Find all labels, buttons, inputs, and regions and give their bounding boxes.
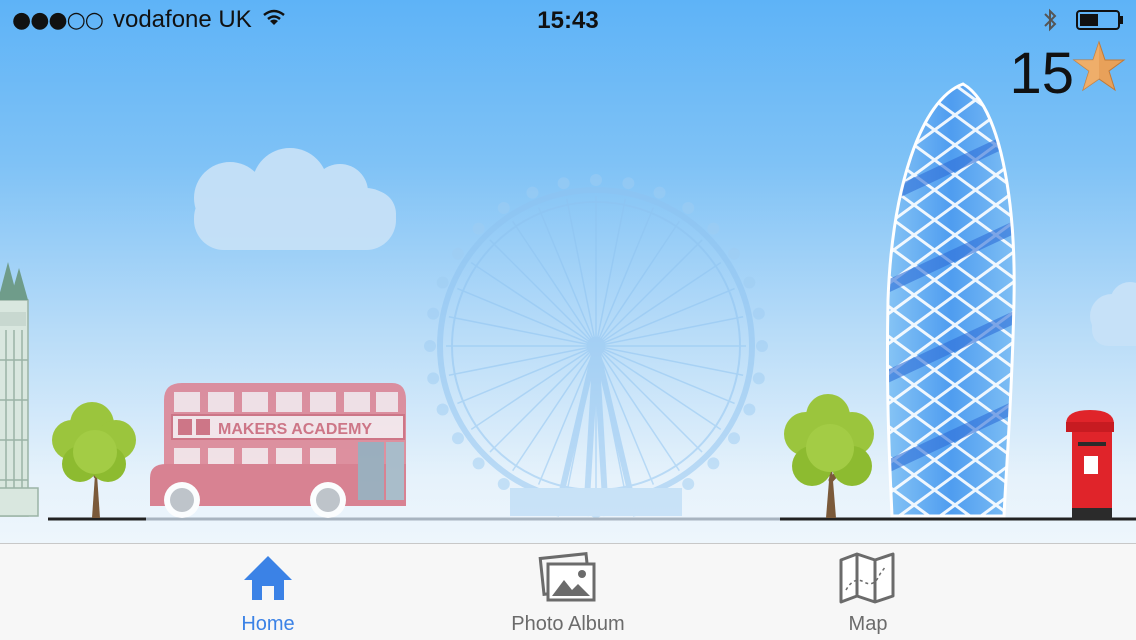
photo-album-icon [538,552,598,609]
london-skyline-scene: MAKERS ACADEMY [0,0,1136,544]
status-right [1042,8,1124,37]
home-icon [242,552,294,609]
gherkin-building [885,82,1016,518]
tab-photo-album[interactable]: Photo Album [468,544,668,640]
tree-right [784,394,874,518]
map-icon [838,552,898,609]
tab-bar: Home Photo Album Map [0,543,1136,640]
bluetooth-icon [1042,8,1058,37]
star-icon [1072,40,1126,99]
status-bar: ●●●○○ vodafone UK 15:43 [0,0,1136,40]
big-ben-tower [0,262,39,517]
cloud-right [1090,282,1136,346]
battery-icon [1076,9,1124,36]
cloud-left [194,148,396,250]
tab-map[interactable]: Map [768,544,968,640]
red-postbox [1066,410,1114,520]
tab-photo-album-label: Photo Album [511,613,625,635]
app-screen: MAKERS ACADEMY ●●●○○ vodafone UK 15:43 1… [0,0,1136,640]
london-eye [424,174,768,518]
tree-left [52,402,136,518]
skyline-illustration: MAKERS ACADEMY [0,82,1136,521]
tab-home[interactable]: Home [168,544,368,640]
bus-sign-text: MAKERS ACADEMY [218,421,372,438]
status-time: 15:43 [537,7,599,34]
double-decker-bus: MAKERS ACADEMY [150,383,406,518]
tab-map-label: Map [848,613,888,635]
score-counter: 15 [1009,41,1074,106]
tab-home-label: Home [241,613,295,635]
